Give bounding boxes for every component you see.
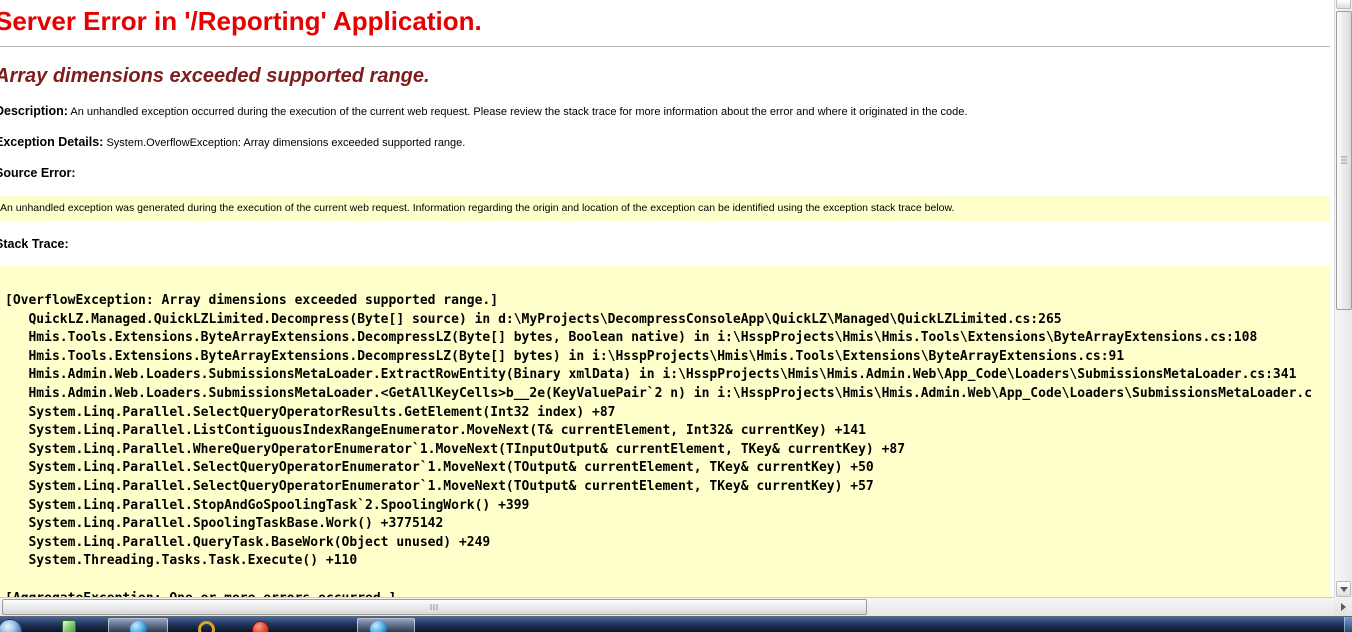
green-app-icon[interactable] (62, 620, 76, 632)
scroll-up-button[interactable] (1336, 0, 1351, 9)
page-title: Server Error in '/Reporting' Application… (0, 6, 1334, 36)
stack-trace: [OverflowException: Array dimensions exc… (0, 266, 1330, 597)
exception-details-label: Exception Details: (0, 135, 103, 149)
triangle-right-icon (1341, 603, 1346, 611)
stack-trace-row: Stack Trace: (0, 238, 1334, 252)
source-error-row: Source Error: (0, 167, 1334, 181)
taskbar-app-button[interactable] (357, 618, 415, 632)
taskbar (0, 616, 1352, 632)
source-error-note: An unhandled exception was generated dur… (0, 196, 1330, 221)
triangle-down-icon (1340, 587, 1348, 592)
scrollbar-grip-icon (430, 604, 439, 610)
server-error-page: Server Error in '/Reporting' Application… (0, 0, 1334, 597)
horizontal-scrollbar[interactable] (0, 597, 1334, 616)
horizontal-scrollbar-thumb[interactable] (2, 599, 867, 615)
gold-ring-app-icon[interactable] (198, 621, 215, 632)
exception-details-text: System.OverflowException: Array dimensio… (106, 137, 465, 149)
scroll-down-button[interactable] (1336, 581, 1351, 597)
taskbar-app-button[interactable] (108, 618, 168, 632)
description-label: Description: (0, 104, 68, 118)
source-error-label: Source Error: (0, 166, 76, 180)
browser-viewport: Server Error in '/Reporting' Application… (0, 0, 1334, 597)
vertical-scrollbar[interactable] (1334, 0, 1352, 597)
vertical-scrollbar-thumb[interactable] (1336, 11, 1352, 310)
error-subtitle: Array dimensions exceeded supported rang… (0, 65, 1334, 88)
start-button[interactable] (0, 619, 22, 632)
scroll-right-button[interactable] (1334, 597, 1352, 616)
system-tray[interactable] (1344, 617, 1352, 632)
title-divider (0, 46, 1330, 47)
blue-sphere-app-icon (130, 621, 147, 632)
scrollbar-grip-icon (1341, 156, 1347, 165)
stack-trace-label: Stack Trace: (0, 237, 69, 251)
description-text: An unhandled exception occurred during t… (70, 106, 967, 118)
blue-sphere-app-icon (370, 621, 387, 632)
exception-details-row: Exception Details: System.OverflowExcept… (0, 136, 1334, 150)
red-circle-app-icon[interactable] (252, 621, 269, 632)
description-row: Description: An unhandled exception occu… (0, 105, 1334, 119)
